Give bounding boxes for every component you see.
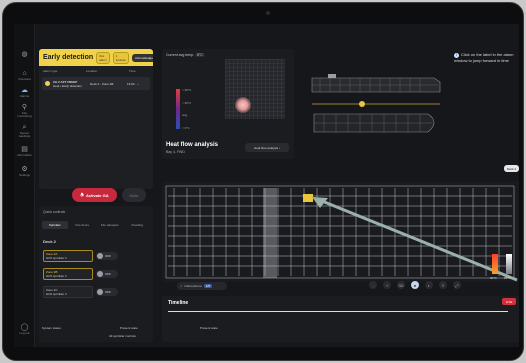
early-detection-panel: Early detection Fire alarm 1 location Ac… [39, 49, 153, 189]
sidebar-item-settings[interactable]: ⚙ Settings [16, 166, 33, 177]
view-3d-button[interactable]: 3D [397, 281, 405, 289]
alarm-badge: Fire alarm [96, 51, 110, 64]
tab-flooding[interactable]: Flooding [125, 221, 151, 229]
timeline-title: Timeline [168, 300, 189, 306]
mute-button[interactable]: Mute [122, 188, 146, 202]
search-icon: ⌕ [22, 124, 27, 131]
temp-legend: 30°C 25°C [490, 254, 519, 284]
stairwell-block [263, 188, 277, 278]
list-button[interactable]: ≡ [439, 281, 447, 289]
fullscreen-button[interactable]: ⤢ [453, 281, 461, 289]
zone-card-2b: Zone 2B H2O sprinkler 1 [43, 268, 93, 280]
footer-present-state-2: Present state [200, 326, 218, 330]
user-icon: ◯ [20, 324, 29, 331]
alarm-zone-marker[interactable] [303, 194, 313, 202]
footer-present-state: Present state [120, 326, 138, 330]
layer-button[interactable]: ● [411, 281, 419, 289]
location-badge: 1 location [112, 51, 130, 64]
pin-icon: ⚲ [21, 104, 28, 111]
alarm-columns: Alarm type Location Time [43, 69, 136, 73]
heat-flow-panel: Current avg temp. 8°C > 90°C < 60°C Avg … [162, 49, 294, 159]
cloud-icon: ☁ [21, 87, 28, 94]
zone-2a-toggle[interactable]: OFF [96, 252, 118, 260]
hint-tooltip: i Click on the label in the alarm window … [454, 52, 514, 63]
sidebar-item-fire[interactable]: ⚲ Fire monitoring [16, 104, 33, 118]
early-detection-header: Early detection Fire alarm 1 location Ac… [39, 49, 153, 66]
ship-views [311, 74, 441, 133]
sidebar-item-home[interactable]: ◍ [16, 51, 33, 58]
timeline-track[interactable] [168, 311, 508, 312]
zone-card-2c: Zone 2C H2O sprinkler 1 [43, 286, 93, 298]
tab-sprinkler[interactable]: Sprinkler [42, 221, 68, 229]
globe-icon: ◍ [21, 51, 28, 58]
zone-2b-toggle[interactable]: OFF [96, 270, 118, 278]
all-sprinkler-controls-link[interactable]: All sprinkler controls [109, 334, 136, 338]
tablet-frame: ◍ ⌂ Overview ☁ Alarms ⚲ Fire monitoring ⌕ Se… [2, 2, 524, 361]
ship-profile [311, 74, 441, 107]
live-button[interactable]: LIVE [502, 298, 516, 305]
avg-temp-label: Current avg temp. 8°C [166, 53, 205, 57]
footer-system-status: System status [42, 326, 61, 330]
avg-temp-value: 8°C [195, 53, 205, 57]
ship-plan [313, 113, 435, 133]
sidebar: ◍ ⌂ Overview ☁ Alarms ⚲ Fire monitoring ⌕ Se… [14, 24, 35, 347]
tab-fire-doors[interactable]: Fire doors [70, 221, 96, 229]
camera-dot [266, 11, 270, 15]
gear-icon: ⚙ [21, 166, 28, 173]
check-icon: ✓ [180, 284, 183, 288]
home-icon: ⌂ [22, 70, 27, 77]
activate-ga-button[interactable]: 🕭 Activate GA [72, 188, 117, 202]
heat-flow-sub: Bay 4, FWD [166, 150, 185, 154]
zone-2c-toggle[interactable]: OFF [96, 288, 118, 296]
quick-tabs: Sprinkler Fire doors Fire dampers Floodi… [42, 221, 150, 229]
quick-controls-title: Quick controls [43, 210, 66, 214]
sidebar-item-info[interactable]: ▤ Information [16, 146, 33, 157]
acknowledge-button[interactable]: Acknowledge [132, 53, 153, 62]
map-controls: - + 3D ● ◐ ≡ ⤢ [369, 280, 479, 290]
sidebar-item-logout[interactable]: ◯ Log out [16, 324, 33, 335]
tab-fire-dampers[interactable]: Fire dampers [97, 221, 123, 229]
sidebar-item-sensors[interactable]: ⌕ Sensor readings [16, 124, 33, 138]
doc-icon: ▤ [21, 146, 28, 153]
initial-actions-chip[interactable]: ✓ Initial actions 1/5 [177, 282, 227, 290]
temperature-scale [176, 89, 180, 129]
heat-map-grid [225, 59, 285, 119]
chevron-right-icon: › [137, 81, 139, 86]
sidebar-item-alarms[interactable]: ☁ Alarms [16, 87, 33, 98]
contrast-button[interactable]: ◐ [425, 281, 433, 289]
early-detection-title: Early detection [43, 54, 94, 61]
alarm-dot-icon [45, 81, 50, 86]
bell-icon: 🕭 [80, 191, 84, 197]
quick-controls-panel: Quick controls Sprinkler Fire doors Fire… [39, 206, 153, 342]
app-screen: ◍ ⌂ Overview ☁ Alarms ⚲ Fire monitoring ⌕ Se… [14, 24, 519, 347]
heat-flow-title: Heat flow analysis [166, 142, 219, 148]
deck-label: Deck 2 [43, 239, 56, 244]
sidebar-item-overview[interactable]: ⌂ Overview [16, 70, 33, 81]
timeline-panel: Timeline LIVE [162, 296, 519, 342]
zoom-out-button[interactable]: - [369, 281, 377, 289]
heat-flow-analysis-button[interactable]: Heat flow analysis › [245, 143, 289, 152]
zone-card-2a: Zone 2A H2O sprinkler 1 [43, 250, 93, 262]
zoom-in-button[interactable]: + [383, 281, 391, 289]
alarm-row[interactable]: CH 2 AFT FREEP Heat • Early detection Dec… [42, 77, 150, 90]
deck-plan-map[interactable] [162, 182, 519, 282]
heat-hotspot [235, 97, 251, 113]
deck-selector-button[interactable]: Deck 2 [504, 165, 519, 172]
